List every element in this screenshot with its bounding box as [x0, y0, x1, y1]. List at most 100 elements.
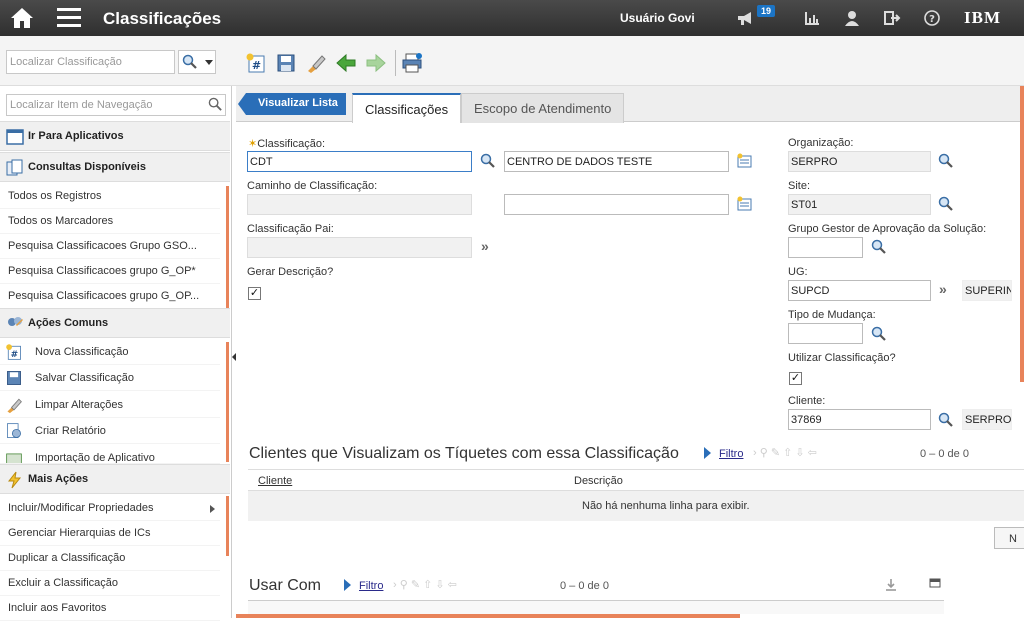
new-classification-action[interactable]: # Nova Classificação — [0, 340, 220, 365]
search-icon[interactable] — [938, 196, 954, 212]
chart-icon[interactable] — [803, 10, 821, 26]
new-record-icon: # — [6, 344, 21, 360]
toolbar: Localizar Classificação # — [0, 36, 1024, 86]
more-action-item[interactable]: Incluir/Modificar Propriedades — [0, 496, 220, 521]
descricao-field[interactable]: CENTRO DE DADOS TESTE — [504, 151, 729, 172]
common-actions-icon — [8, 317, 23, 326]
ug-description: SUPERINT — [962, 280, 1012, 301]
help-icon[interactable]: ? — [923, 10, 941, 26]
tab-escopo-atendimento[interactable]: Escopo de Atendimento — [461, 93, 625, 123]
search-icon[interactable] — [938, 153, 954, 169]
cliente-field[interactable]: 37869 — [788, 409, 931, 430]
query-item[interactable]: Todos os Marcadores — [0, 209, 220, 234]
user-profile-icon[interactable] — [843, 10, 861, 26]
print-icon[interactable] — [401, 52, 423, 74]
save-classification-action[interactable]: Salvar Classificação — [0, 366, 220, 391]
gerar-checkbox[interactable]: ✓ — [248, 287, 261, 300]
go-to-apps-header[interactable]: Ir Para Aplicativos — [0, 121, 230, 151]
more-action-item[interactable]: Duplicar a Classificação — [0, 546, 220, 571]
clientes-filter-link[interactable]: Filtro — [719, 448, 743, 460]
toolbar-divider — [395, 50, 396, 76]
go-to-icon[interactable]: » — [939, 281, 947, 297]
grupo-label: Grupo Gestor de Aprovação da Solução: — [788, 223, 987, 235]
import-icon — [6, 453, 22, 463]
filter-toggle-icon[interactable] — [344, 579, 351, 591]
search-icon[interactable] — [480, 153, 496, 169]
caminho-desc-field[interactable] — [504, 194, 729, 215]
col-cliente[interactable]: Cliente — [258, 475, 292, 487]
utilizar-checkbox[interactable]: ✓ — [789, 372, 802, 385]
search-icon[interactable] — [871, 326, 887, 342]
more-actions-scrollbar[interactable] — [226, 496, 229, 556]
more-actions-label: Mais Ações — [28, 473, 89, 485]
megaphone-icon[interactable] — [736, 10, 754, 26]
create-report-action[interactable]: Criar Relatório — [0, 419, 220, 444]
query-item[interactable]: Todos os Registros — [0, 184, 220, 209]
more-actions-header[interactable]: Mais Ações — [0, 464, 230, 494]
classification-search-input[interactable]: Localizar Classificação — [6, 50, 175, 74]
go-to-apps-label: Ir Para Aplicativos — [28, 130, 124, 142]
go-to-icon[interactable]: » — [481, 238, 489, 254]
next-arrow-icon[interactable] — [365, 52, 387, 74]
queries-icon — [6, 159, 23, 176]
search-icon[interactable] — [938, 412, 954, 428]
clear-changes-icon — [7, 398, 22, 414]
notification-badge[interactable]: 19 — [757, 5, 776, 17]
empty-message: Não há nenhuma linha para exibir. — [582, 500, 750, 512]
app-import-action[interactable]: Importação de Aplicativo — [0, 446, 220, 464]
query-item[interactable]: Pesquisa Classificacoes grupo G_OP... — [0, 284, 220, 309]
pai-field — [247, 237, 472, 258]
svg-text:#: # — [252, 59, 261, 72]
col-descricao: Descrição — [574, 475, 623, 487]
vertical-scrollbar[interactable] — [1020, 86, 1024, 382]
usar-section-title: Usar Com — [249, 577, 322, 594]
more-action-item[interactable]: Gerenciar Hierarquias de ICs — [0, 521, 220, 546]
home-icon[interactable] — [10, 7, 34, 29]
queries-scrollbar[interactable] — [226, 186, 229, 308]
clientes-pager: 0 – 0 de 0 — [920, 448, 969, 460]
more-action-item[interactable]: Excluir a Classificação — [0, 571, 220, 596]
common-actions-label: Ações Comuns — [28, 317, 109, 329]
report-icon — [7, 423, 21, 438]
grupo-field[interactable] — [788, 237, 863, 258]
nav-search-input[interactable]: Localizar Item de Navegação — [6, 94, 226, 116]
clientes-pager-tools: › ⚲ ✎ ⇧ ⇩ ⇦ — [753, 447, 817, 459]
search-icon[interactable] — [208, 97, 223, 112]
ug-label: UG: — [788, 266, 808, 278]
user-name[interactable]: Usuário Govi — [620, 11, 695, 25]
more-action-item[interactable]: Incluir aos Favoritos — [0, 596, 220, 621]
clientes-empty-row: Não há nenhuma linha para exibir. — [248, 491, 1024, 521]
search-icon[interactable] — [871, 239, 887, 255]
left-navigation: Localizar Item de Navegação Ir Para Apli… — [0, 86, 232, 621]
collapse-section-icon[interactable] — [929, 578, 941, 588]
logout-icon[interactable] — [883, 10, 901, 26]
new-record-icon[interactable]: # — [245, 52, 267, 74]
new-row-button[interactable]: N — [994, 527, 1024, 549]
filter-toggle-icon[interactable] — [704, 447, 711, 459]
horizontal-scrollbar[interactable] — [236, 614, 740, 618]
ug-field[interactable]: SUPCD — [788, 280, 931, 301]
tipo-field[interactable] — [788, 323, 863, 344]
queries-header[interactable]: Consultas Disponíveis — [0, 152, 230, 182]
classificacao-field[interactable]: CDT — [247, 151, 472, 172]
usar-pager-tools: › ⚲ ✎ ⇧ ⇩ ⇦ — [393, 579, 457, 591]
search-button[interactable] — [178, 50, 216, 74]
menu-icon[interactable] — [57, 8, 81, 28]
previous-arrow-icon[interactable] — [335, 52, 357, 74]
tipo-label: Tipo de Mudança: — [788, 309, 876, 321]
usar-filter-link[interactable]: Filtro — [359, 580, 383, 592]
save-icon[interactable] — [275, 52, 297, 74]
clear-changes-action[interactable]: Limpar Alterações — [0, 393, 220, 418]
tab-classificacoes[interactable]: Classificações — [352, 93, 462, 123]
query-item[interactable]: Pesquisa Classificacoes Grupo GSO... — [0, 234, 220, 259]
list-view-button[interactable]: Visualizar Lista — [238, 93, 346, 115]
long-description-icon[interactable] — [737, 196, 753, 212]
clear-changes-icon[interactable] — [305, 52, 327, 74]
common-actions-scrollbar[interactable] — [226, 342, 229, 462]
caminho-field — [247, 194, 472, 215]
long-description-icon[interactable] — [737, 153, 753, 169]
common-actions-header[interactable]: Ações Comuns — [0, 308, 230, 338]
query-item[interactable]: Pesquisa Classificacoes grupo G_OP* — [0, 259, 220, 284]
download-icon[interactable] — [884, 578, 898, 592]
app-window-icon — [6, 129, 24, 145]
